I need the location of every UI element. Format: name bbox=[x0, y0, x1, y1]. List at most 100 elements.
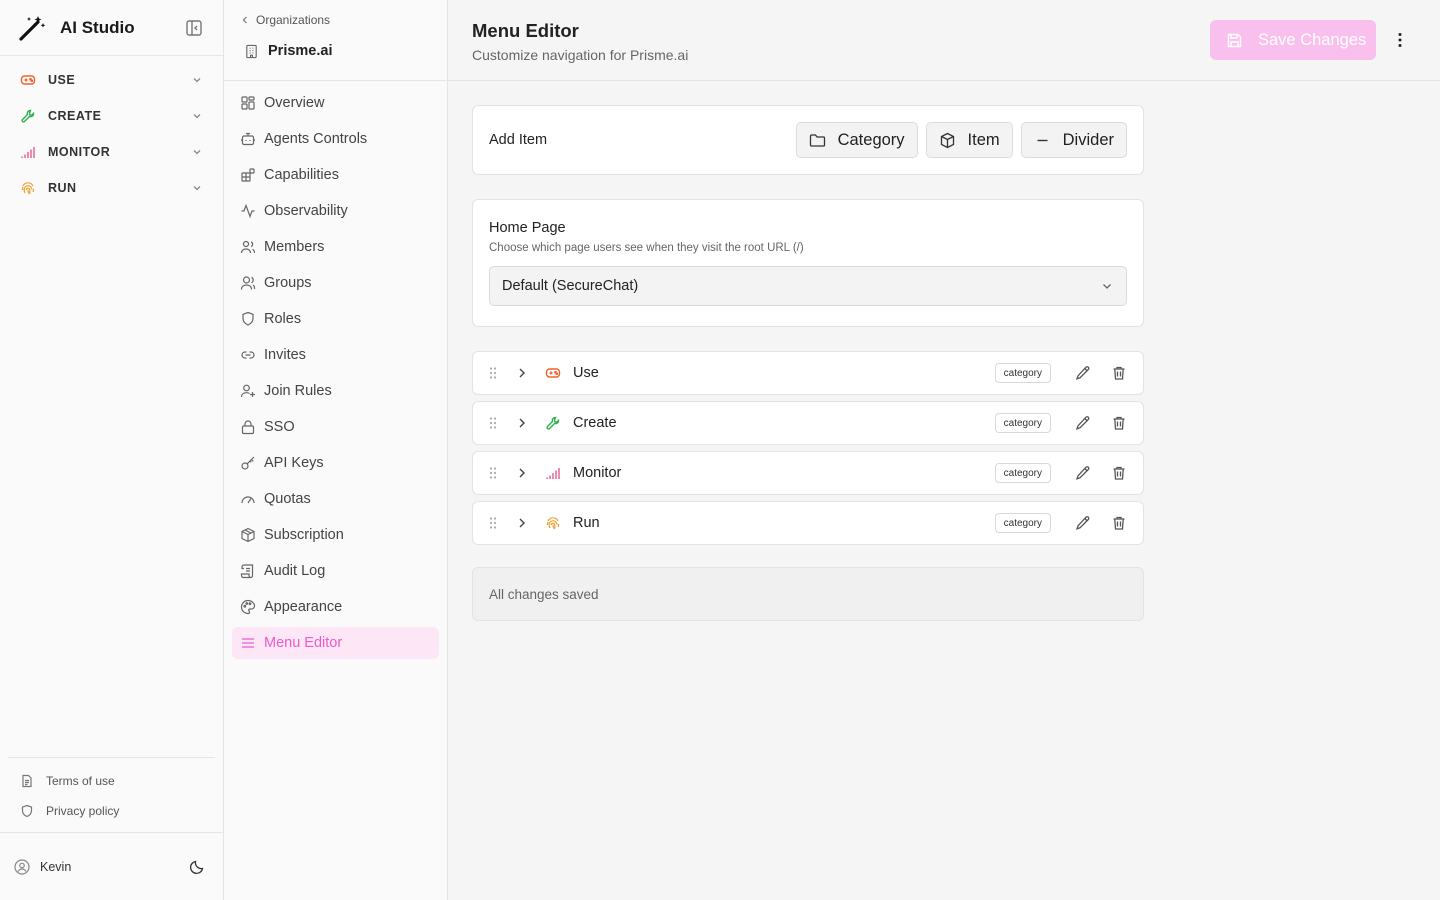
add-item-button-label: Item bbox=[967, 130, 1000, 149]
gauge-icon bbox=[241, 496, 255, 504]
nav-label: Members bbox=[264, 239, 325, 255]
breadcrumb-label: Organizations bbox=[256, 13, 331, 27]
drag-handle-icon[interactable] bbox=[485, 465, 501, 481]
settings-nav-sso[interactable]: SSO bbox=[232, 411, 439, 443]
save-status-text: All changes saved bbox=[489, 586, 599, 602]
user-row[interactable]: Kevin bbox=[0, 832, 223, 900]
settings-nav-audit-log[interactable]: Audit Log bbox=[232, 555, 439, 587]
package-icon bbox=[241, 527, 255, 543]
add-item-card: Add Item Category Item Divider bbox=[472, 105, 1144, 175]
nav-label: Agents Controls bbox=[264, 131, 368, 147]
more-vertical-icon[interactable] bbox=[1390, 30, 1410, 50]
lock-icon bbox=[241, 420, 255, 435]
settings-nav-api-keys[interactable]: API Keys bbox=[232, 447, 439, 479]
nav-label: Join Rules bbox=[264, 383, 332, 399]
link-icon bbox=[241, 351, 255, 359]
add-category-button[interactable]: Category bbox=[795, 122, 918, 158]
trash-icon[interactable] bbox=[1111, 365, 1127, 381]
settings-nav-observability[interactable]: Observability bbox=[232, 195, 439, 227]
chevron-right-icon[interactable] bbox=[515, 516, 529, 530]
pencil-icon[interactable] bbox=[1075, 465, 1091, 481]
menu-item-row-create: Create category bbox=[472, 401, 1144, 445]
privacy-link[interactable]: Privacy policy bbox=[8, 796, 215, 826]
user-plus-icon bbox=[240, 384, 255, 398]
settings-nav-appearance[interactable]: Appearance bbox=[232, 591, 439, 623]
settings-nav-subscription[interactable]: Subscription bbox=[232, 519, 439, 551]
org-name: Prisme.ai bbox=[240, 36, 431, 66]
pencil-icon[interactable] bbox=[1075, 415, 1091, 431]
nav-item-use[interactable]: USE bbox=[0, 62, 223, 98]
sidebar-collapse-icon[interactable] bbox=[185, 19, 203, 37]
drag-handle-icon[interactable] bbox=[485, 515, 501, 531]
nav-label: Subscription bbox=[264, 527, 344, 543]
chevron-right-icon[interactable] bbox=[515, 416, 529, 430]
settings-nav: Overview Agents Controls Capabilities Ob… bbox=[224, 81, 447, 669]
chevron-right-icon[interactable] bbox=[515, 366, 529, 380]
settings-nav-roles[interactable]: Roles bbox=[232, 303, 439, 335]
palette-icon bbox=[240, 599, 256, 615]
home-page-select[interactable]: Default (SecureChat) bbox=[489, 266, 1127, 306]
nav-label: Capabilities bbox=[264, 167, 339, 183]
scroll-icon bbox=[240, 564, 254, 579]
add-divider-button[interactable]: Divider bbox=[1020, 122, 1127, 158]
nav-item-create[interactable]: CREATE bbox=[0, 98, 223, 134]
add-item-label: Add Item bbox=[489, 132, 548, 148]
terms-link[interactable]: Terms of use bbox=[8, 766, 215, 796]
menu-item-label: Use bbox=[573, 365, 599, 381]
nav-item-monitor[interactable]: MONITOR bbox=[0, 134, 223, 170]
footer-links: Terms of use Privacy policy bbox=[8, 757, 215, 832]
page-header: Menu Editor Customize navigation for Pri… bbox=[448, 0, 1440, 81]
menu-row: Use category bbox=[473, 352, 1143, 394]
chevron-right-icon[interactable] bbox=[515, 466, 529, 480]
nav-label: Invites bbox=[264, 347, 306, 363]
moon-icon[interactable] bbox=[189, 859, 205, 875]
nav-item-run[interactable]: RUN bbox=[0, 170, 223, 206]
save-changes-button[interactable]: Save Changes bbox=[1210, 20, 1376, 60]
blocks-icon bbox=[241, 168, 255, 182]
pencil-icon[interactable] bbox=[1075, 515, 1091, 531]
breadcrumb-organizations[interactable]: Organizations bbox=[240, 12, 431, 28]
nav-item-label: CREATE bbox=[48, 109, 102, 123]
settings-nav-members[interactable]: Members bbox=[232, 231, 439, 263]
app-title: AI Studio bbox=[60, 17, 135, 37]
privacy-label: Privacy policy bbox=[46, 804, 120, 818]
app-sidebar: AI Studio USE CREATE MONITOR RUN Terms o… bbox=[0, 0, 224, 900]
chevron-down-icon bbox=[193, 186, 201, 191]
bot-icon bbox=[241, 132, 255, 146]
nav-label: Groups bbox=[264, 275, 312, 291]
brand-header: AI Studio bbox=[0, 0, 223, 56]
pencil-icon[interactable] bbox=[1075, 365, 1091, 381]
menu-item-label: Monitor bbox=[573, 465, 622, 481]
sidebar-footer: Terms of use Privacy policy Kevin bbox=[0, 757, 223, 900]
menu-item-row-monitor: Monitor category bbox=[472, 451, 1144, 495]
chevron-down-icon bbox=[1103, 284, 1111, 289]
trash-icon[interactable] bbox=[1111, 415, 1127, 431]
nav-label: API Keys bbox=[264, 455, 324, 471]
settings-nav-invites[interactable]: Invites bbox=[232, 339, 439, 371]
wrench-icon bbox=[546, 416, 560, 430]
drag-handle-icon[interactable] bbox=[485, 365, 501, 381]
settings-nav-groups[interactable]: Groups bbox=[232, 267, 439, 299]
signal-bars-icon bbox=[21, 147, 35, 158]
save-status-card: All changes saved bbox=[472, 567, 1144, 621]
settings-nav-agents-controls[interactable]: Agents Controls bbox=[232, 123, 439, 155]
settings-nav-menu-editor[interactable]: Menu Editor bbox=[232, 627, 439, 659]
trash-icon[interactable] bbox=[1111, 515, 1127, 531]
settings-nav-join-rules[interactable]: Join Rules bbox=[232, 375, 439, 407]
settings-nav-capabilities[interactable]: Capabilities bbox=[232, 159, 439, 191]
menu-row: Create category bbox=[473, 402, 1143, 444]
menu-row: Monitor category bbox=[473, 452, 1143, 494]
settings-nav-quotas[interactable]: Quotas bbox=[232, 483, 439, 515]
nav-item-label: MONITOR bbox=[48, 145, 111, 159]
terms-label: Terms of use bbox=[46, 774, 115, 788]
settings-nav-overview[interactable]: Overview bbox=[232, 87, 439, 119]
org-header: Organizations Prisme.ai bbox=[224, 0, 447, 81]
key-icon bbox=[241, 456, 255, 470]
minus-icon bbox=[1037, 139, 1048, 141]
add-item-button[interactable]: Item bbox=[925, 122, 1013, 158]
main-content: Menu Editor Customize navigation for Pri… bbox=[448, 0, 1440, 900]
trash-icon[interactable] bbox=[1111, 465, 1127, 481]
add-divider-label: Divider bbox=[1062, 130, 1114, 149]
home-page-card: Home Page Choose which page users see wh… bbox=[472, 199, 1144, 327]
drag-handle-icon[interactable] bbox=[485, 415, 501, 431]
